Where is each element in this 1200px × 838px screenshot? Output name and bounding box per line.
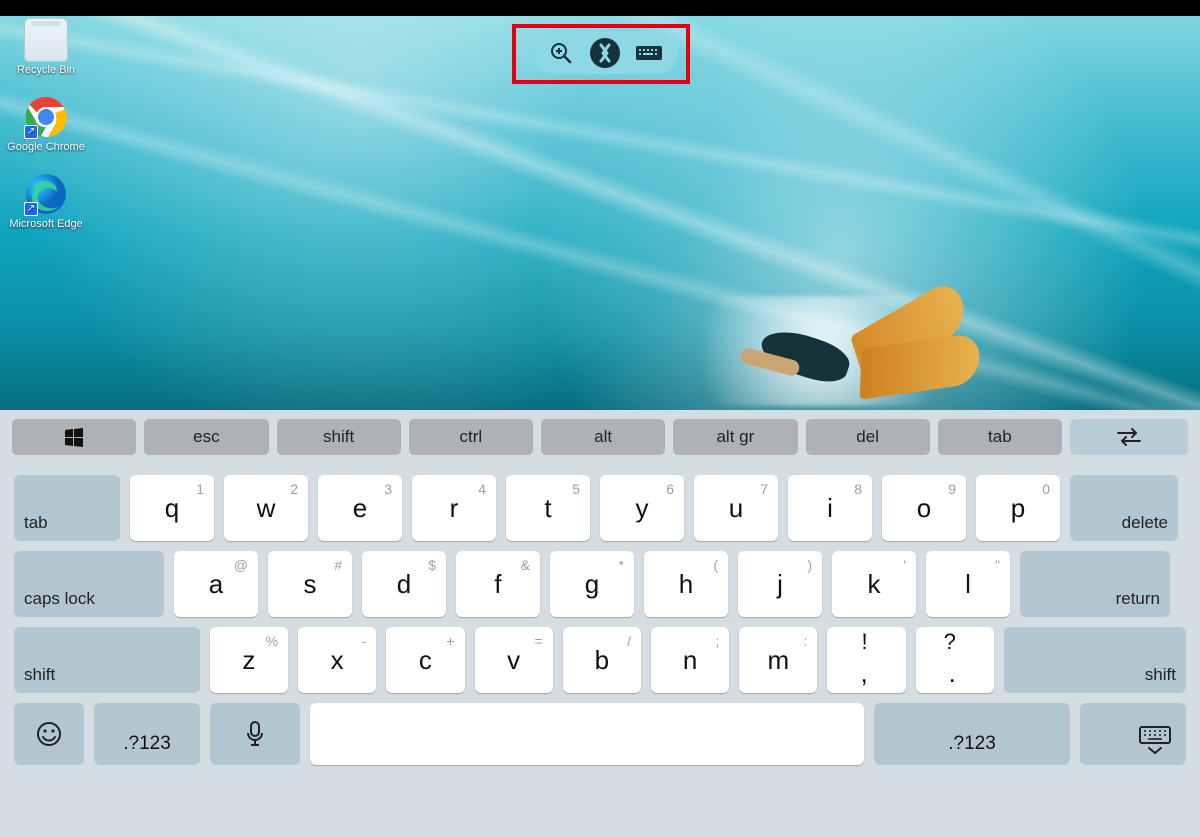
key-dictation[interactable] bbox=[210, 703, 300, 765]
key-emoji[interactable] bbox=[14, 703, 84, 765]
key-k[interactable]: 'k bbox=[832, 551, 916, 617]
key-delete[interactable]: delete bbox=[1070, 475, 1178, 541]
fnkey-esc[interactable]: esc bbox=[144, 419, 268, 455]
fnkey-windows[interactable] bbox=[12, 419, 136, 455]
fnkey-swap-layout[interactable] bbox=[1070, 419, 1188, 455]
microphone-icon bbox=[245, 721, 265, 747]
keyboard-row-3: shift %z -x +c =v /b ;n :m !, ?. shift bbox=[14, 627, 1186, 693]
fnkey-shift[interactable]: shift bbox=[277, 419, 401, 455]
key-m[interactable]: :m bbox=[739, 627, 817, 693]
key-q[interactable]: 1q bbox=[130, 475, 214, 541]
key-space[interactable] bbox=[310, 703, 864, 765]
on-screen-keyboard: esc shift ctrl alt alt gr del tab tab 1q… bbox=[0, 410, 1200, 838]
top-letterbox bbox=[0, 0, 1200, 16]
key-x[interactable]: -x bbox=[298, 627, 376, 693]
desktop-icon-google-chrome[interactable]: Google Chrome bbox=[6, 95, 86, 154]
chrome-icon bbox=[24, 95, 68, 139]
key-shift-left[interactable]: shift bbox=[14, 627, 200, 693]
key-f[interactable]: &f bbox=[456, 551, 540, 617]
desktop-icons: Recycle Bin Google Chrome Microsoft Edge bbox=[6, 16, 86, 231]
key-v[interactable]: =v bbox=[475, 627, 553, 693]
shortcut-badge-icon bbox=[24, 202, 38, 216]
key-y[interactable]: 6y bbox=[600, 475, 684, 541]
keyboard-row-1: tab 1q 2w 3e 4r 5t 6y 7u 8i 9o 0p delete bbox=[14, 475, 1186, 541]
key-dismiss-keyboard[interactable] bbox=[1080, 703, 1186, 765]
keyboard-function-row: esc shift ctrl alt alt gr del tab bbox=[0, 410, 1200, 455]
key-c[interactable]: +c bbox=[386, 627, 464, 693]
fnkey-del[interactable]: del bbox=[806, 419, 930, 455]
keyboard-row-2: caps lock @a #s $d &f *g (h )j 'k "l ret… bbox=[14, 551, 1186, 617]
fnkey-alt[interactable]: alt bbox=[541, 419, 665, 455]
key-j[interactable]: )j bbox=[738, 551, 822, 617]
key-numbers-left[interactable]: .?123 bbox=[94, 703, 200, 765]
remote-desktop-screen: Recycle Bin Google Chrome Microsoft Edge bbox=[0, 0, 1200, 838]
edge-icon bbox=[24, 172, 68, 216]
recycle-bin-icon bbox=[24, 18, 68, 62]
key-capslock[interactable]: caps lock bbox=[14, 551, 164, 617]
key-s[interactable]: #s bbox=[268, 551, 352, 617]
key-t[interactable]: 5t bbox=[506, 475, 590, 541]
key-b[interactable]: /b bbox=[563, 627, 641, 693]
desktop-icon-recycle-bin[interactable]: Recycle Bin bbox=[6, 18, 86, 77]
annotation-highlight-box bbox=[512, 24, 690, 84]
windows-icon bbox=[64, 427, 84, 447]
key-g[interactable]: *g bbox=[550, 551, 634, 617]
desktop-icon-microsoft-edge[interactable]: Microsoft Edge bbox=[6, 172, 86, 231]
key-n[interactable]: ;n bbox=[651, 627, 729, 693]
key-u[interactable]: 7u bbox=[694, 475, 778, 541]
shortcut-badge-icon bbox=[24, 125, 38, 139]
key-r[interactable]: 4r bbox=[412, 475, 496, 541]
fnkey-tab[interactable]: tab bbox=[938, 419, 1062, 455]
remote-desktop-wallpaper[interactable]: Recycle Bin Google Chrome Microsoft Edge bbox=[0, 16, 1200, 410]
key-l[interactable]: "l bbox=[926, 551, 1010, 617]
emoji-icon bbox=[35, 720, 63, 748]
key-return[interactable]: return bbox=[1020, 551, 1170, 617]
key-numbers-right[interactable]: .?123 bbox=[874, 703, 1070, 765]
fnkey-ctrl[interactable]: ctrl bbox=[409, 419, 533, 455]
key-comma[interactable]: !, bbox=[827, 627, 905, 693]
key-w[interactable]: 2w bbox=[224, 475, 308, 541]
key-h[interactable]: (h bbox=[644, 551, 728, 617]
key-tab[interactable]: tab bbox=[14, 475, 120, 541]
icon-label: Recycle Bin bbox=[17, 64, 75, 76]
fnkey-altgr[interactable]: alt gr bbox=[673, 419, 797, 455]
key-z[interactable]: %z bbox=[210, 627, 288, 693]
key-i[interactable]: 8i bbox=[788, 475, 872, 541]
swap-arrows-icon bbox=[1116, 428, 1142, 446]
wallpaper-swimmer bbox=[740, 246, 1000, 406]
icon-label: Google Chrome bbox=[7, 141, 85, 153]
keyboard-row-4: .?123 .?123 bbox=[14, 703, 1186, 765]
key-p[interactable]: 0p bbox=[976, 475, 1060, 541]
key-shift-right[interactable]: shift bbox=[1004, 627, 1186, 693]
key-period[interactable]: ?. bbox=[916, 627, 994, 693]
key-a[interactable]: @a bbox=[174, 551, 258, 617]
key-d[interactable]: $d bbox=[362, 551, 446, 617]
key-o[interactable]: 9o bbox=[882, 475, 966, 541]
icon-label: Microsoft Edge bbox=[9, 218, 82, 230]
key-e[interactable]: 3e bbox=[318, 475, 402, 541]
dismiss-keyboard-icon bbox=[1138, 725, 1172, 755]
